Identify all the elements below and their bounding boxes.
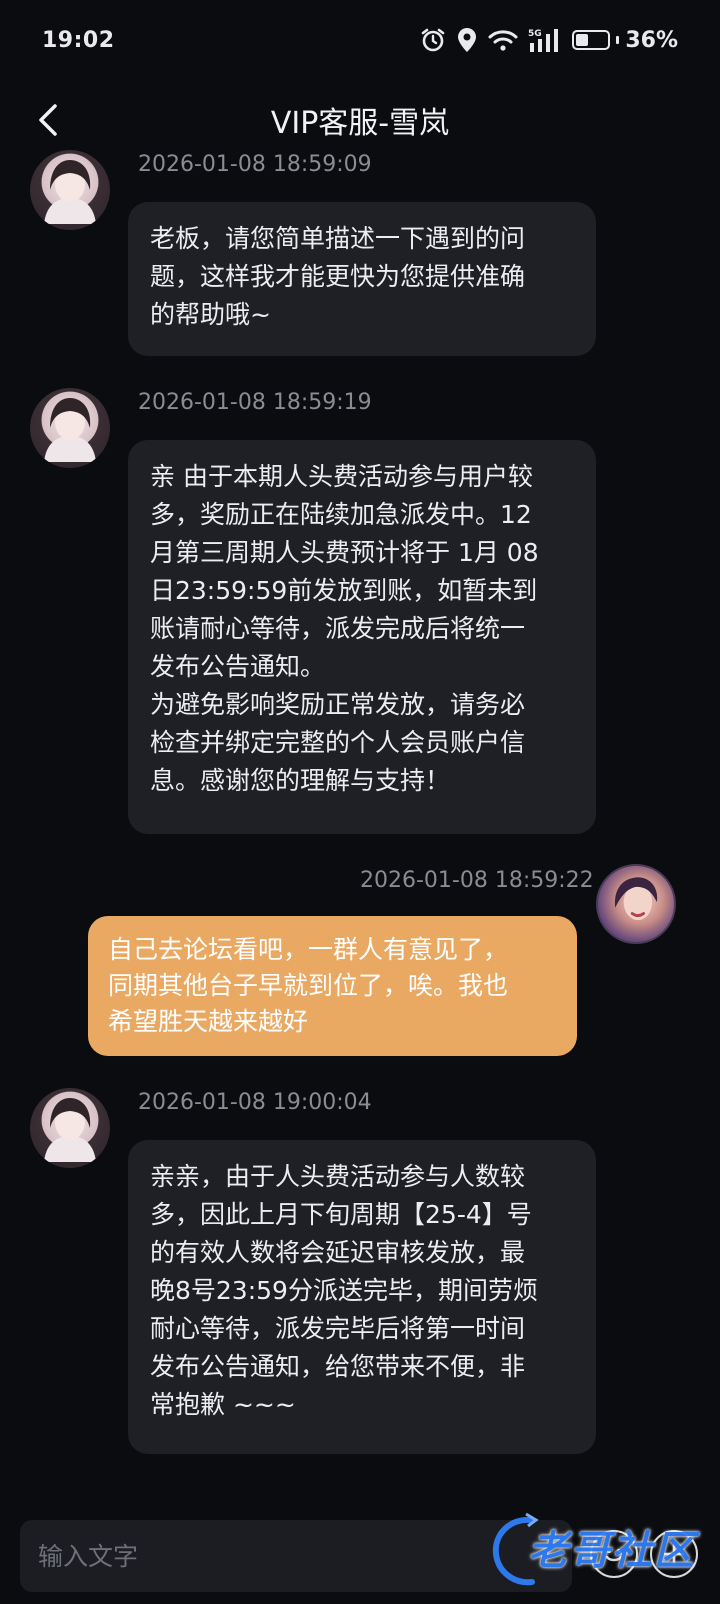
agent-portrait-icon bbox=[44, 160, 96, 224]
agent-avatar[interactable] bbox=[30, 1088, 110, 1168]
alarm-icon bbox=[422, 28, 445, 52]
agent-message-bubble: 老板，请您简单描述一下遇到的问 题，这样我才能更快为您提供准确 的帮助哦~ bbox=[128, 202, 596, 356]
chat-header: VIP客服-雪岚 bbox=[0, 80, 720, 160]
my-message-bubble: 自己去论坛看吧，一群人有意见了， 同期其他台子早就到位了，唉。我也 希望胜天越来… bbox=[88, 916, 577, 1056]
status-bar: 19:02 5G 36% bbox=[0, 0, 720, 80]
signal-icon: 5G bbox=[528, 29, 559, 52]
agent-portrait-icon bbox=[44, 398, 96, 462]
page-title: VIP客服-雪岚 bbox=[270, 106, 450, 141]
watermark-logo: 老哥社区 bbox=[486, 1508, 696, 1592]
agent-portrait-icon bbox=[44, 1098, 96, 1162]
status-icons: 5G 36% bbox=[420, 27, 678, 53]
chevron-left-icon bbox=[39, 104, 57, 136]
battery-percent: 36% bbox=[625, 27, 678, 53]
battery-indicator: 36% bbox=[572, 28, 678, 53]
status-time: 19:02 bbox=[42, 27, 115, 53]
message-timestamp: 2026-01-08 18:59:09 bbox=[138, 152, 372, 177]
agent-message-bubble: 亲 由于本期人头费活动参与用户较 多，奖励正在陆续加急派发中。12 月第三周期人… bbox=[128, 440, 596, 834]
svg-text:5G: 5G bbox=[528, 29, 542, 39]
agent-message-bubble: 亲亲，由于人头费活动参与人数较 多，因此上月下旬周期【25-4】号 的有效人数将… bbox=[128, 1140, 596, 1454]
user-portrait-icon bbox=[614, 877, 658, 921]
wifi-icon bbox=[488, 30, 518, 51]
agent-avatar[interactable] bbox=[30, 150, 110, 230]
location-icon bbox=[458, 28, 477, 52]
agent-avatar[interactable] bbox=[30, 388, 110, 468]
watermark-text: 老哥社区 bbox=[528, 1528, 696, 1574]
message-timestamp: 2026-01-08 18:59:22 bbox=[360, 868, 594, 893]
message-timestamp: 2026-01-08 18:59:19 bbox=[138, 390, 372, 415]
message-timestamp: 2026-01-08 19:00:04 bbox=[138, 1090, 372, 1115]
battery-icon bbox=[572, 30, 611, 50]
user-avatar[interactable] bbox=[596, 864, 676, 944]
back-button[interactable] bbox=[30, 100, 70, 140]
